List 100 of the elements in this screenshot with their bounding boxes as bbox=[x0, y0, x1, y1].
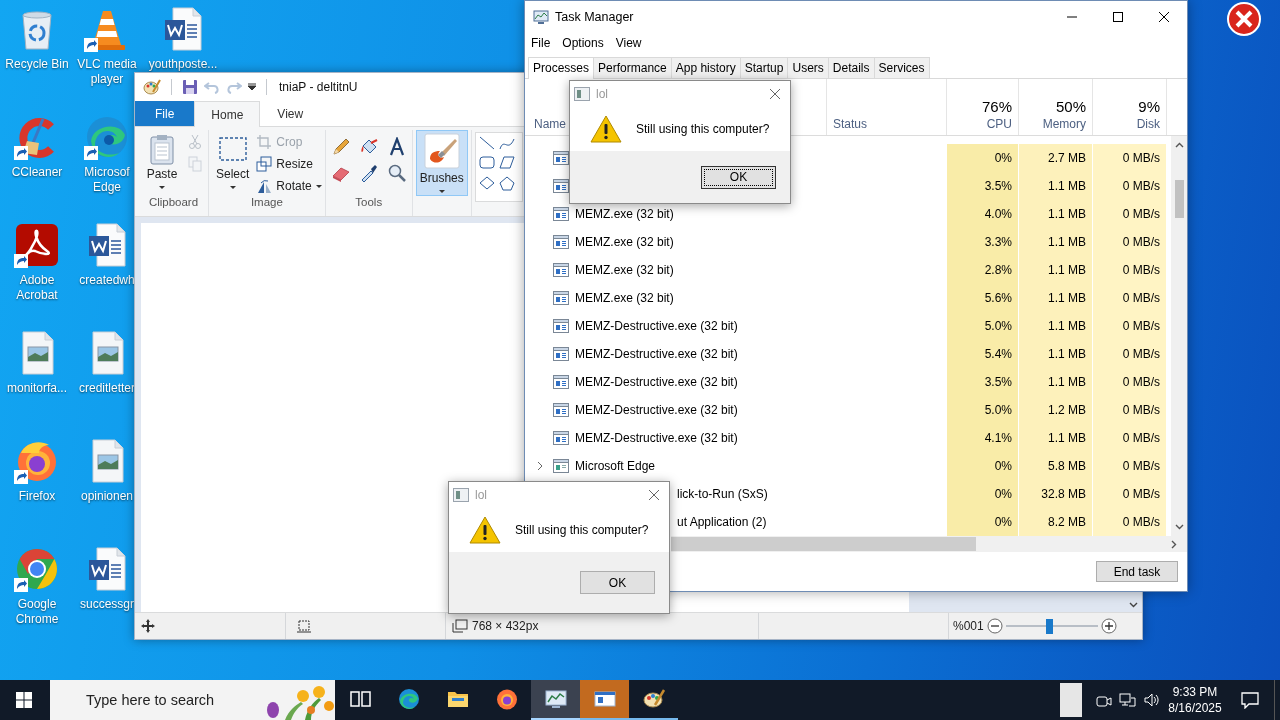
process-name[interactable]: MEMZ.exe (32 bit) bbox=[575, 263, 674, 277]
paint-palette-icon[interactable] bbox=[641, 687, 666, 711]
window-title: tniaP - deltitnU bbox=[279, 80, 358, 94]
selection-size-icon bbox=[296, 619, 312, 633]
usage-cell: 0 MB/s bbox=[1093, 172, 1167, 200]
scrollbar-thumb[interactable] bbox=[671, 537, 976, 551]
process-name[interactable]: lick-to-Run (SxS) bbox=[677, 487, 768, 501]
usage-cell: 1.2 MB bbox=[1019, 396, 1093, 424]
column-header[interactable]: Memory bbox=[1042, 117, 1086, 131]
process-name[interactable]: Microsoft Edge bbox=[575, 459, 656, 473]
program-window-icon bbox=[553, 430, 569, 446]
process-name[interactable]: MEMZ-Destructive.exe (32 bit) bbox=[575, 319, 738, 333]
task-manager-icon[interactable] bbox=[543, 687, 568, 711]
paintbrush-icon bbox=[423, 133, 460, 169]
icon-label: creditletter bbox=[78, 381, 136, 396]
task-manager-icon bbox=[533, 9, 549, 25]
usage-cell: 1.1 MB bbox=[1019, 312, 1093, 340]
program-window-icon bbox=[553, 262, 569, 278]
group-label: Clipboard bbox=[148, 196, 199, 210]
canvas-size-icon bbox=[452, 619, 468, 633]
dropdown-caret-icon bbox=[159, 186, 165, 189]
usage-cell: 0 MB/s bbox=[1093, 228, 1167, 256]
tab[interactable]: Services bbox=[873, 57, 930, 78]
column-header[interactable]: CPU bbox=[986, 117, 1012, 131]
zoom-in-icon[interactable] bbox=[1101, 618, 1117, 634]
shapes-gallery[interactable] bbox=[474, 132, 523, 202]
save-icon[interactable] bbox=[182, 79, 198, 95]
usage-cell: 0 MB/s bbox=[1093, 144, 1167, 172]
pencil-icon[interactable] bbox=[330, 137, 351, 157]
process-name[interactable]: MEMZ-Destructive.exe (32 bit) bbox=[575, 375, 738, 389]
window-title: Task Manager bbox=[555, 10, 634, 24]
program-window-icon bbox=[553, 290, 569, 306]
vertical-scrollbar[interactable] bbox=[1171, 136, 1187, 536]
firefox-icon[interactable] bbox=[494, 687, 519, 711]
process-name[interactable]: MEMZ.exe (32 bit) bbox=[575, 207, 674, 221]
customize-caret-icon[interactable] bbox=[248, 83, 256, 91]
process-name[interactable]: MEMZ.exe (32 bit) bbox=[575, 291, 674, 305]
end-task-button[interactable]: End task bbox=[1096, 561, 1178, 582]
resize-button[interactable]: Resize bbox=[256, 154, 322, 174]
edge-icon[interactable] bbox=[396, 687, 421, 711]
acrobat-icon[interactable] bbox=[13, 221, 61, 269]
brushes-button[interactable]: Brushes bbox=[415, 130, 468, 196]
paste-button[interactable]: Paste bbox=[142, 130, 182, 192]
zoom-slider-thumb[interactable] bbox=[1046, 618, 1054, 634]
horizontal-scrollbar[interactable] bbox=[671, 536, 1187, 552]
usage-cell: 0 MB/s bbox=[1093, 452, 1167, 480]
scroll-right-icon[interactable] bbox=[1171, 539, 1177, 549]
expand-chevron-icon[interactable] bbox=[537, 461, 543, 471]
scroll-up-icon[interactable] bbox=[1174, 142, 1184, 148]
dropdown-caret-icon bbox=[229, 186, 236, 189]
process-name[interactable]: MEMZ-Destructive.exe (32 bit) bbox=[575, 403, 738, 417]
usage-cell: 0 MB/s bbox=[1093, 284, 1167, 312]
blank-tile bbox=[1060, 683, 1082, 717]
ribbon-tab[interactable]: View bbox=[260, 101, 321, 126]
process-name[interactable]: MEMZ.exe (32 bit) bbox=[575, 235, 674, 249]
crop-icon bbox=[256, 134, 273, 150]
tab[interactable]: Startup bbox=[739, 57, 789, 78]
icon-label: opinionen bbox=[79, 489, 135, 504]
notification-icon[interactable] bbox=[1240, 691, 1260, 709]
tab[interactable]: Processes bbox=[528, 57, 595, 79]
network-icon[interactable] bbox=[1119, 691, 1137, 709]
volume-icon[interactable] bbox=[1143, 691, 1161, 709]
close-icon[interactable] bbox=[1158, 11, 1170, 23]
menu-item[interactable]: File bbox=[525, 33, 557, 53]
scrollbar-thumb[interactable] bbox=[1174, 180, 1184, 218]
zoom-level-text: %001 bbox=[953, 619, 985, 633]
canvas-size-text: 768 × 432px bbox=[472, 619, 539, 633]
scroll-down-icon[interactable] bbox=[1129, 602, 1138, 608]
tab[interactable]: Performance bbox=[593, 57, 672, 78]
column-header[interactable]: Name bbox=[534, 117, 566, 131]
usage-cell: 0 MB/s bbox=[1093, 396, 1167, 424]
app-window-taskbar-button[interactable] bbox=[580, 680, 629, 720]
usage-cell: 0% bbox=[947, 144, 1019, 172]
process-name[interactable]: MEMZ-Destructive.exe (32 bit) bbox=[575, 431, 738, 445]
zoom-out-icon[interactable] bbox=[987, 618, 1003, 634]
select-button[interactable]: Select bbox=[212, 130, 254, 192]
task-manager-taskbar-button[interactable] bbox=[531, 680, 580, 720]
column-header[interactable]: Disk bbox=[1136, 117, 1160, 131]
scroll-down-icon[interactable] bbox=[1174, 524, 1184, 530]
maximize-icon[interactable] bbox=[1112, 11, 1124, 23]
menu-item[interactable]: Options bbox=[556, 33, 610, 53]
file-menu-tab[interactable]: File bbox=[135, 101, 195, 126]
clock-button[interactable]: 9:33 PM 8/16/2025 bbox=[1164, 680, 1226, 720]
menu-item[interactable]: View bbox=[609, 33, 648, 53]
tab[interactable]: Details bbox=[827, 57, 875, 78]
usage-cell: 8.2 MB bbox=[1019, 508, 1093, 536]
tab[interactable]: App history bbox=[670, 57, 741, 78]
usage-cell: 0 MB/s bbox=[1093, 256, 1167, 284]
tab[interactable]: Users bbox=[787, 57, 829, 78]
column-header[interactable]: Status bbox=[833, 117, 868, 131]
ribbon-tab[interactable]: Home bbox=[194, 101, 261, 127]
process-name[interactable]: MEMZ-Destructive.exe (32 bit) bbox=[575, 347, 738, 361]
usage-percent: 9% bbox=[1138, 98, 1160, 115]
magnifier-icon[interactable] bbox=[386, 163, 407, 183]
process-name[interactable]: ut Application (2) bbox=[677, 515, 767, 529]
icon-label: Google Chrome bbox=[14, 597, 60, 627]
ok-button[interactable]: OK bbox=[580, 571, 655, 594]
ok-button[interactable]: OK bbox=[701, 165, 776, 189]
rotate-button[interactable]: Rotate bbox=[256, 176, 322, 196]
program-window-icon bbox=[553, 346, 569, 362]
